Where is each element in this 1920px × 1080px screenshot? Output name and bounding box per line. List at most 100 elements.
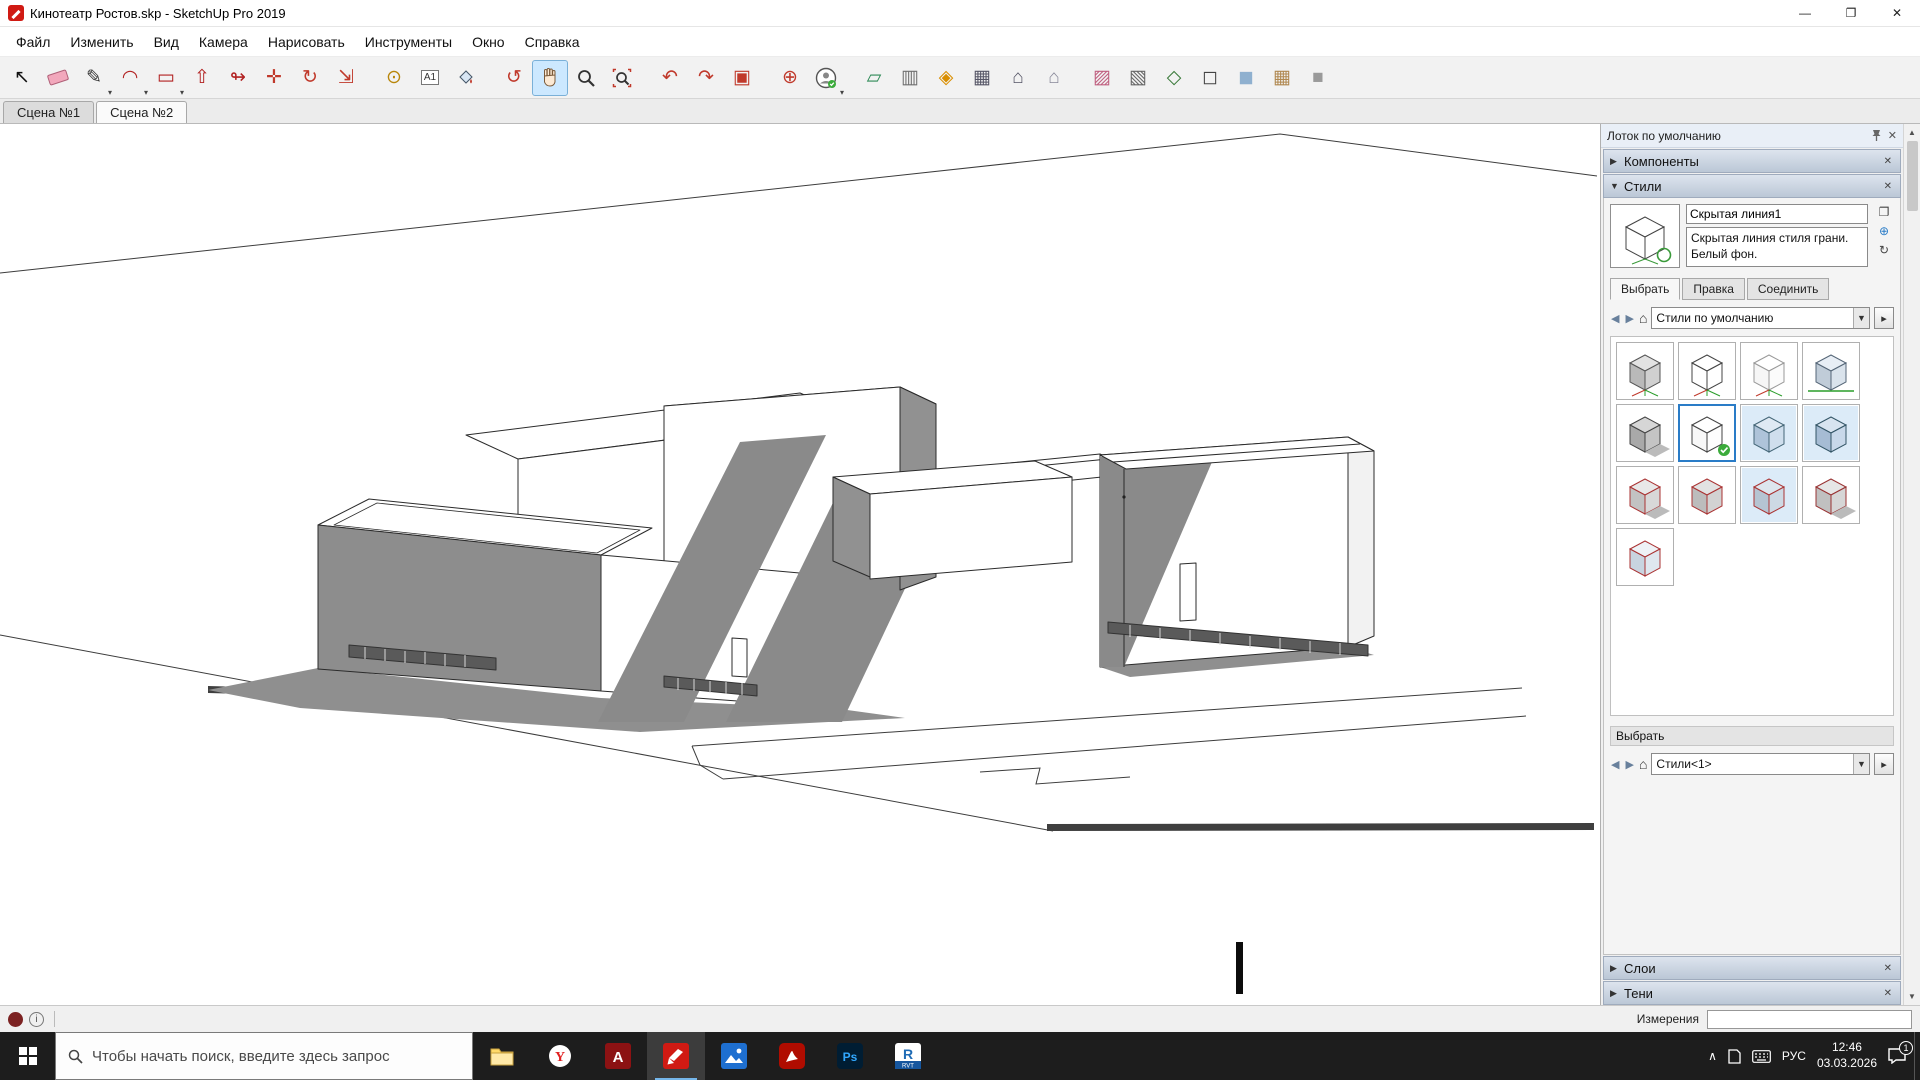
details-menu-button[interactable]: ▸ [1874,307,1894,329]
start-button[interactable] [0,1032,55,1080]
taskbar-app-yandex-browser[interactable]: Y [531,1032,589,1080]
taskbar-app-revit[interactable]: RRVT [879,1032,937,1080]
section-close-icon[interactable]: ✕ [1882,156,1894,167]
show-desktop-button[interactable] [1914,1032,1920,1080]
taskbar-app-photoshop[interactable]: Ps [821,1032,879,1080]
styles-tab-1[interactable]: Правка [1682,278,1745,300]
style-name-input[interactable] [1686,204,1868,224]
shapes-tool[interactable]: ▭▾ [148,60,184,96]
style-thumbnail-8[interactable] [1616,466,1674,524]
line-tool[interactable]: ✎▾ [76,60,112,96]
scroll-down-icon[interactable]: ▼ [1908,988,1916,1005]
tray-pin-icon[interactable] [1871,129,1882,142]
taskbar-search[interactable]: Чтобы начать поиск, введите здесь запрос [55,1032,473,1080]
style-description[interactable]: Скрытая линия стиля грани. Белый фон. [1686,227,1868,267]
menu-tools[interactable]: Инструменты [355,30,462,54]
previous-view-button[interactable]: ↶ [652,60,688,96]
scale-tool[interactable]: ⇲ [328,60,364,96]
scroll-thumb[interactable] [1907,141,1918,211]
paint-bucket-tool[interactable] [448,60,484,96]
style-thumbnail-10[interactable] [1740,466,1798,524]
zoom-tool[interactable] [568,60,604,96]
menu-draw[interactable]: Нарисовать [258,30,355,54]
tray-close-icon[interactable]: ✕ [1888,129,1897,142]
menu-view[interactable]: Вид [144,30,189,54]
menu-window[interactable]: Окно [462,30,515,54]
style-thumbnail-4[interactable] [1616,404,1674,462]
taskbar-app-autocad[interactable]: A [589,1032,647,1080]
style-thumbnail-2[interactable] [1740,342,1798,400]
style-thumbnail-9[interactable] [1678,466,1736,524]
arc-tool[interactable]: ◠▾ [112,60,148,96]
position-camera-tool[interactable]: ⊕ [772,60,808,96]
secondary-pane-icon[interactable]: ❐ [1879,206,1890,218]
style-back-edges-button[interactable]: ▧ [1120,60,1156,96]
keyboard-icon[interactable] [1752,1050,1771,1063]
style-preview-thumbnail[interactable] [1610,204,1680,268]
section-plane-tool[interactable]: ▱ [856,60,892,96]
home-icon[interactable]: ⌂ [1639,310,1647,326]
dimension-tool[interactable]: A1 [412,60,448,96]
styles-collection-dropdown[interactable]: Стили по умолчанию ▼ [1651,307,1870,329]
select-tool[interactable]: ↖ [4,60,40,96]
followme-tool[interactable]: ↬ [220,60,256,96]
view-right-button[interactable]: ⌂ [1036,60,1072,96]
scene-tab-2[interactable]: Сцена №2 [96,101,187,123]
taskbar-app-photos[interactable] [705,1032,763,1080]
section-close-icon[interactable]: ✕ [1882,963,1894,974]
back-arrow-icon[interactable]: ◀ [1610,758,1620,771]
pan-tool[interactable] [532,60,568,96]
view-top-button[interactable]: ▦ [964,60,1000,96]
scroll-up-icon[interactable]: ▲ [1908,124,1916,141]
details-menu-button[interactable]: ▸ [1874,753,1894,775]
create-style-icon[interactable]: ⊕ [1879,225,1889,237]
styles-tab-0[interactable]: Выбрать [1610,278,1680,300]
taskbar-app-sketchup[interactable] [647,1032,705,1080]
taskbar-clock[interactable]: 12:46 03.03.2026 [1817,1040,1877,1071]
section-shadows[interactable]: ▶ Тени ✕ [1603,981,1901,1005]
section-styles[interactable]: ▼ Стили ✕ [1603,174,1901,198]
style-monochrome-button[interactable]: ■ [1300,60,1336,96]
account-button[interactable]: ▾ [808,60,844,96]
dropdown-arrow-icon[interactable]: ▾ [840,88,844,97]
home-icon[interactable]: ⌂ [1639,756,1647,772]
style-thumbnail-1[interactable] [1678,342,1736,400]
tray-expand-icon[interactable]: ∧ [1708,1049,1717,1063]
help-icon[interactable]: i [29,1012,44,1027]
style-thumbnail-3[interactable] [1802,342,1860,400]
section-components[interactable]: ▶ Компоненты ✕ [1603,149,1901,173]
tape-measure-tool[interactable]: ⊙ [376,60,412,96]
maximize-button[interactable]: ❐ [1828,0,1874,26]
style-thumbnail-5[interactable] [1678,404,1736,462]
style-thumbnail-0[interactable] [1616,342,1674,400]
style-thumbnail-12[interactable] [1616,528,1674,586]
action-center-button[interactable]: 1 [1888,1048,1906,1064]
language-indicator[interactable]: РУС [1782,1049,1806,1063]
orbit-tool[interactable]: ↺ [496,60,532,96]
move-tool[interactable]: ✛ [256,60,292,96]
section-fill-tool[interactable]: ▥ [892,60,928,96]
taskbar-app-file-explorer[interactable] [473,1032,531,1080]
style-thumbnail-7[interactable] [1802,404,1860,462]
viewport-canvas[interactable] [0,124,1600,1005]
rotate-tool[interactable]: ↻ [292,60,328,96]
style-textured-button[interactable]: ▦ [1264,60,1300,96]
style-thumbnail-6[interactable] [1740,404,1798,462]
zoom-extents-tool[interactable] [604,60,640,96]
view-iso-button[interactable]: ◈ [928,60,964,96]
eraser-tool[interactable] [40,60,76,96]
style-wireframe-button[interactable]: ◇ [1156,60,1192,96]
minimize-button[interactable]: — [1782,0,1828,26]
taskbar-app-acrobat[interactable] [763,1032,821,1080]
license-status-icon[interactable] [8,1012,23,1027]
scene-tab-1[interactable]: Сцена №1 [3,101,94,123]
pushpull-tool[interactable]: ⇧ [184,60,220,96]
style-shaded-button[interactable]: ◼ [1228,60,1264,96]
section-layers[interactable]: ▶ Слои ✕ [1603,956,1901,980]
section-close-icon[interactable]: ✕ [1882,988,1894,999]
forward-arrow-icon[interactable]: ▶ [1624,312,1634,325]
close-button[interactable]: ✕ [1874,0,1920,26]
next-view-button[interactable]: ↷ [688,60,724,96]
styles-tab-2[interactable]: Соединить [1747,278,1830,300]
menu-edit[interactable]: Изменить [60,30,143,54]
